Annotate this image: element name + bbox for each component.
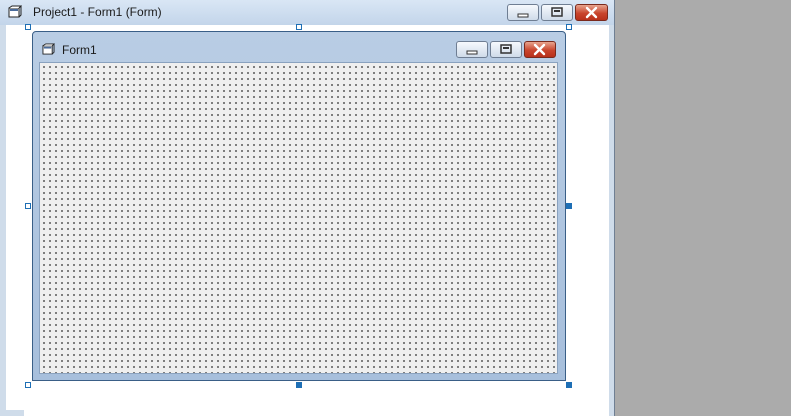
close-icon (533, 43, 546, 56)
form1-design-grid[interactable] (39, 62, 558, 374)
designer-canvas-bottom (24, 410, 609, 416)
minimize-icon (466, 50, 478, 55)
form1-window[interactable]: Form1 (32, 31, 566, 381)
form1-title: Form1 (62, 43, 97, 57)
maximize-icon (500, 44, 512, 54)
resize-handle-bottom[interactable] (296, 382, 302, 388)
resize-handle-left (25, 203, 31, 209)
resize-handle-bottom-right[interactable] (566, 382, 572, 388)
minimize-button[interactable] (507, 4, 539, 21)
maximize-button[interactable] (541, 4, 573, 21)
designer-title-bar[interactable]: Project1 - Form1 (Form) (0, 0, 614, 25)
resize-handle-top (296, 24, 302, 30)
form-window-icon (42, 43, 55, 55)
resize-handle-top-right (566, 24, 572, 30)
maximize-icon (551, 7, 563, 17)
minimize-icon (517, 13, 529, 18)
close-icon (585, 6, 598, 19)
form1-maximize-button[interactable] (490, 41, 522, 58)
resize-handle-right[interactable] (566, 203, 572, 209)
form1-minimize-button[interactable] (456, 41, 488, 58)
resize-handle-top-left (25, 24, 31, 30)
form1-close-button[interactable] (524, 41, 556, 58)
resize-handle-bottom-left (25, 382, 31, 388)
close-button[interactable] (575, 4, 608, 21)
form1-title-bar[interactable]: Form1 (33, 32, 565, 62)
designer-title: Project1 - Form1 (Form) (33, 5, 162, 19)
form-window-icon (8, 5, 22, 18)
